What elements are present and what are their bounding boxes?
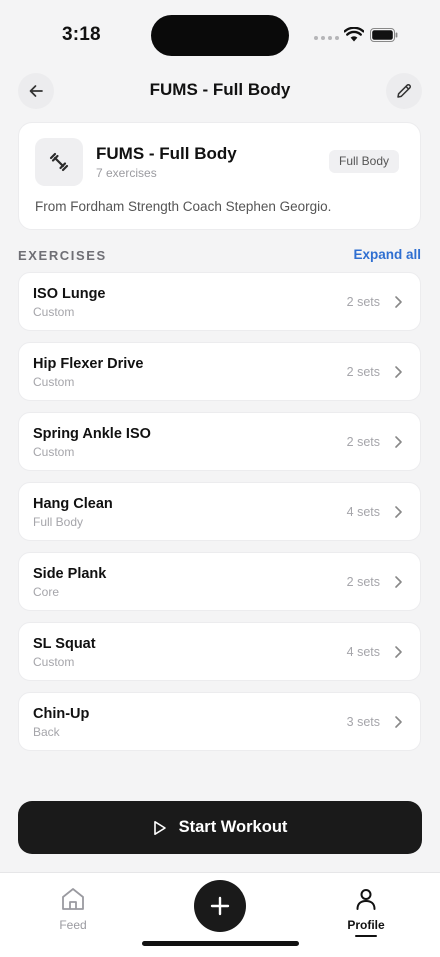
chevron-right-icon <box>395 646 402 658</box>
person-icon <box>356 889 376 910</box>
category-badge: Full Body <box>329 150 400 173</box>
exercise-sets: 4 sets <box>346 645 380 659</box>
exercise-row[interactable]: Chin-Up Back 3 sets <box>18 692 421 751</box>
tab-profile[interactable]: Profile <box>326 887 406 937</box>
routine-description: From Fordham Strength Coach Stephen Geor… <box>35 199 332 214</box>
routine-info-card: FUMS - Full Body 7 exercises Full Body F… <box>18 122 421 230</box>
chevron-right-icon <box>395 576 402 588</box>
start-workout-button[interactable]: Start Workout <box>18 801 422 854</box>
exercise-category: Core <box>33 585 60 599</box>
active-tab-indicator <box>355 935 377 937</box>
chevron-right-icon <box>395 296 402 308</box>
routine-exercise-count: 7 exercises <box>96 166 157 180</box>
exercise-sets: 2 sets <box>346 295 380 309</box>
tab-profile-label: Profile <box>347 918 385 932</box>
exercise-row[interactable]: ISO Lunge Custom 2 sets <box>18 272 421 331</box>
wifi-icon <box>344 27 364 42</box>
home-indicator <box>142 941 299 946</box>
play-icon <box>153 820 166 835</box>
exercise-row[interactable]: Hip Flexer Drive Custom 2 sets <box>18 342 421 401</box>
routine-title: FUMS - Full Body <box>96 144 237 163</box>
expand-all-button[interactable]: Expand all <box>353 247 421 262</box>
chevron-right-icon <box>395 366 402 378</box>
exercise-row[interactable]: Side Plank Core 2 sets <box>18 552 421 611</box>
dynamic-island <box>151 15 289 56</box>
exercise-sets: 2 sets <box>346 575 380 589</box>
pencil-icon <box>397 83 412 98</box>
exercise-category: Custom <box>33 375 75 389</box>
exercise-sets: 3 sets <box>346 715 380 729</box>
chevron-right-icon <box>395 506 402 518</box>
add-button[interactable] <box>194 880 246 932</box>
exercise-name: Hang Clean <box>33 496 113 512</box>
exercise-sets: 2 sets <box>346 365 380 379</box>
chevron-right-icon <box>395 436 402 448</box>
exercise-sets: 2 sets <box>346 435 380 449</box>
edit-button[interactable] <box>386 73 422 109</box>
exercise-sets: 4 sets <box>346 505 380 519</box>
section-label: EXERCISES <box>18 248 107 263</box>
start-workout-label: Start Workout <box>178 818 288 836</box>
exercise-name: Chin-Up <box>33 706 90 722</box>
routine-icon <box>35 138 83 186</box>
page-title: FUMS - Full Body <box>149 80 291 99</box>
exercise-category: Custom <box>33 445 75 459</box>
home-icon <box>62 888 84 910</box>
exercise-row[interactable]: Spring Ankle ISO Custom 2 sets <box>18 412 421 471</box>
exercise-row[interactable]: Hang Clean Full Body 4 sets <box>18 482 421 541</box>
plus-icon <box>210 896 230 916</box>
exercise-name: Hip Flexer Drive <box>33 356 144 372</box>
exercise-category: Back <box>33 725 60 739</box>
exercise-row[interactable]: SL Squat Custom 4 sets <box>18 622 421 681</box>
dumbbell-icon <box>49 152 69 172</box>
tab-feed-label: Feed <box>59 918 87 932</box>
exercise-name: SL Squat <box>33 636 96 652</box>
exercise-name: ISO Lunge <box>33 286 106 302</box>
status-bar: 3:18 <box>0 0 440 70</box>
cellular-signal-icon <box>314 36 339 40</box>
exercise-category: Custom <box>33 655 75 669</box>
status-time: 3:18 <box>62 24 101 45</box>
tab-feed[interactable]: Feed <box>33 887 113 932</box>
exercise-name: Side Plank <box>33 566 107 582</box>
exercise-category: Custom <box>33 305 75 319</box>
chevron-right-icon <box>395 716 402 728</box>
exercise-category: Full Body <box>33 515 84 529</box>
exercise-name: Spring Ankle ISO <box>33 426 151 442</box>
battery-icon <box>370 28 398 42</box>
